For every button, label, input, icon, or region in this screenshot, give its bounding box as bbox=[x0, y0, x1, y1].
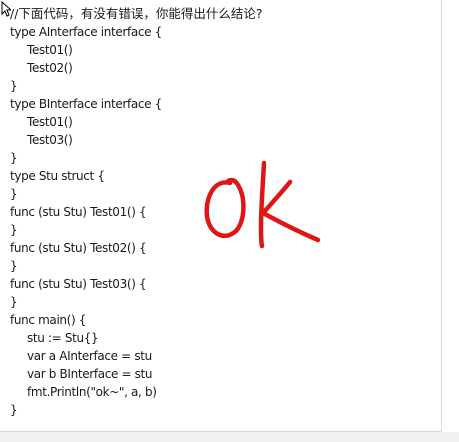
handwritten-letter-o bbox=[204, 177, 246, 238]
code-line: type AInterface interface { bbox=[10, 25, 162, 39]
code-line: Test03() bbox=[27, 133, 73, 147]
code-line: Test02() bbox=[27, 61, 73, 75]
code-comment: //下面代码，有没有错误，你能得出什么结论? bbox=[10, 6, 263, 21]
code-line: } bbox=[10, 259, 18, 273]
code-line: stu := Stu{} bbox=[27, 331, 99, 345]
code-line: Test01() bbox=[27, 43, 73, 57]
code-line: Test01() bbox=[27, 115, 73, 129]
handwritten-letter-k-stem bbox=[258, 160, 267, 249]
code-line: func (stu Stu) Test03() { bbox=[10, 277, 147, 291]
bottom-strip bbox=[0, 432, 459, 442]
code-line: } bbox=[10, 295, 18, 309]
code-line: fmt.Println("ok~", a, b) bbox=[27, 385, 157, 399]
frame-right-border bbox=[441, 0, 442, 432]
code-line: } bbox=[10, 403, 18, 417]
code-line: } bbox=[10, 79, 18, 93]
handwritten-ok-annotation bbox=[204, 160, 321, 249]
code-line: func main() { bbox=[10, 313, 87, 327]
code-line: var a AInterface = stu bbox=[27, 349, 152, 363]
code-line: type BInterface interface { bbox=[10, 97, 162, 111]
code-line: var b BInterface = stu bbox=[27, 367, 153, 381]
handwritten-letter-k-arms bbox=[260, 179, 321, 243]
